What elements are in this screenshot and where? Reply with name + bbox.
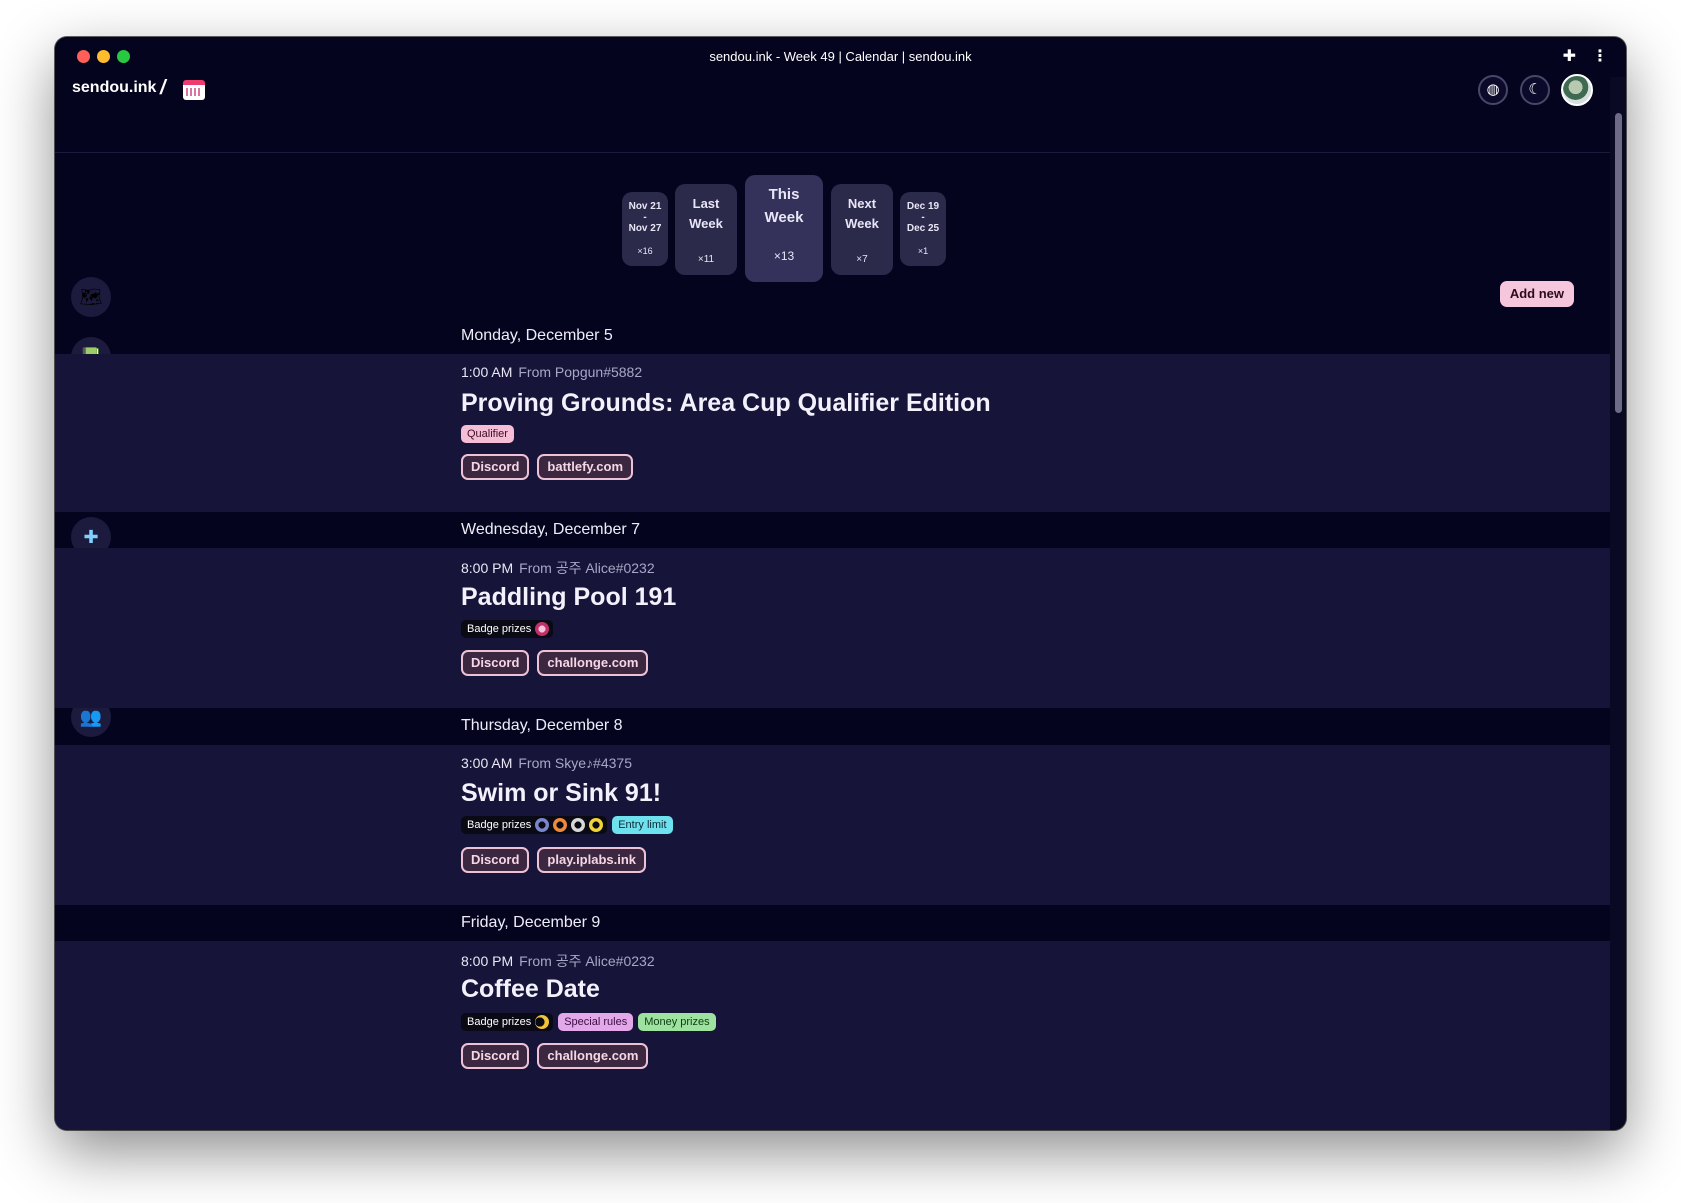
- map-icon: 🗺: [79, 287, 103, 307]
- event-time: 3:00 AM: [461, 755, 513, 771]
- event-card: [55, 354, 1610, 512]
- event-links: Discord battlefy.com: [461, 454, 634, 480]
- week-label: Dec 25: [906, 223, 940, 234]
- badge-icon: [535, 1015, 550, 1029]
- week-label: Week: [845, 216, 879, 231]
- week-event-count: ×16: [637, 246, 653, 256]
- event-title[interactable]: Coffee Date: [461, 975, 600, 1004]
- event-card: [55, 941, 1610, 1130]
- week-event-count: ×1: [917, 246, 929, 256]
- event-card: [55, 548, 1610, 708]
- title-bar: sendou.ink - Week 49 | Calendar | sendou…: [55, 37, 1626, 77]
- challonge-link[interactable]: challonge.com: [537, 1043, 649, 1069]
- week-label: Nov 27: [628, 223, 662, 234]
- globe-icon[interactable]: ◍: [1478, 75, 1508, 105]
- puzzle-icon[interactable]: ✚: [1563, 46, 1576, 66]
- qualifier-tag: Qualifier: [461, 425, 514, 443]
- event-card: [55, 745, 1610, 905]
- event-title[interactable]: Paddling Pool 191: [461, 583, 676, 612]
- week-event-count: ×11: [697, 254, 715, 265]
- event-links: Discord challonge.com: [461, 650, 649, 676]
- week-event-count: ×13: [773, 249, 795, 263]
- badge-icon: [553, 818, 568, 832]
- event-tags: Badge prizes Entry limit: [461, 815, 673, 835]
- event-links: Discord challonge.com: [461, 1043, 649, 1069]
- day-heading: Wednesday, December 7: [461, 521, 641, 538]
- week-label: This: [768, 186, 800, 203]
- event-time: 8:00 PM: [461, 953, 514, 969]
- breadcrumb-separator: /: [160, 77, 166, 99]
- event-meta: 1:00 AM From Popgun#5882: [461, 364, 642, 380]
- event-author[interactable]: From 공주 Alice#0232: [519, 560, 654, 576]
- moon-icon[interactable]: ☾: [1520, 75, 1550, 105]
- money-prizes-tag: Money prizes: [638, 1013, 716, 1031]
- battlefy-link[interactable]: battlefy.com: [537, 454, 634, 480]
- kebab-menu-icon[interactable]: ⋮: [1592, 46, 1608, 66]
- badge-prizes-tag: Badge prizes: [461, 816, 608, 834]
- discord-link[interactable]: Discord: [461, 650, 530, 676]
- event-title[interactable]: Proving Grounds: Area Cup Qualifier Edit…: [461, 389, 991, 418]
- calendar-icon[interactable]: [183, 80, 205, 100]
- week-label: Dec 19: [906, 201, 940, 212]
- special-rules-tag: Special rules: [558, 1013, 634, 1031]
- challonge-link[interactable]: challonge.com: [537, 650, 649, 676]
- week-nov21-nov27[interactable]: Nov 21 - Nov 27 ×16: [622, 192, 668, 266]
- iplabs-link[interactable]: play.iplabs.ink: [537, 847, 647, 873]
- event-meta: 8:00 PM From 공주 Alice#0232: [461, 951, 655, 971]
- avatar[interactable]: [1561, 74, 1593, 106]
- badge-prizes-label: Badge prizes: [467, 819, 532, 831]
- day-heading: Monday, December 5: [461, 327, 613, 344]
- badge-prizes-label: Badge prizes: [467, 623, 532, 635]
- badge-icon: [535, 622, 550, 636]
- event-author[interactable]: From 공주 Alice#0232: [519, 953, 654, 969]
- event-tags: Qualifier: [461, 424, 514, 444]
- week-dec19-dec25[interactable]: Dec 19 - Dec 25 ×1: [900, 192, 946, 266]
- event-author[interactable]: From Skye♪#4375: [518, 755, 632, 771]
- brand-link[interactable]: sendou.ink: [72, 79, 156, 97]
- week-label: Next: [847, 196, 877, 211]
- badge-prizes-tag: Badge prizes: [461, 620, 554, 638]
- event-time: 8:00 PM: [461, 560, 514, 576]
- week-event-count: ×7: [856, 254, 868, 265]
- week-this[interactable]: This Week ×13: [745, 175, 823, 282]
- event-meta: 8:00 PM From 공주 Alice#0232: [461, 558, 655, 578]
- badge-icon: [535, 818, 550, 832]
- badge-icon: [589, 818, 604, 832]
- week-next[interactable]: Next Week ×7: [831, 184, 893, 275]
- day-heading: Friday, December 9: [461, 914, 601, 931]
- add-new-button[interactable]: Add new: [1499, 281, 1574, 307]
- nav-maps[interactable]: 🗺: [71, 277, 111, 317]
- window-title: sendou.ink - Week 49 | Calendar | sendou…: [709, 49, 972, 64]
- event-author[interactable]: From Popgun#5882: [518, 364, 642, 380]
- event-tags: Badge prizes: [461, 619, 554, 639]
- scroll-thumb[interactable]: [1615, 113, 1622, 413]
- badge-prizes-tag: Badge prizes: [461, 1013, 554, 1031]
- week-label: Week: [764, 209, 804, 226]
- entry-limit-tag: Entry limit: [612, 816, 673, 834]
- event-time: 1:00 AM: [461, 364, 513, 380]
- badge-prizes-label: Badge prizes: [467, 1016, 532, 1028]
- week-dash: -: [643, 212, 647, 223]
- event-tags: Badge prizes Special rules Money prizes: [461, 1012, 716, 1032]
- week-label: Week: [689, 216, 723, 231]
- discord-link[interactable]: Discord: [461, 847, 530, 873]
- week-label: Nov 21: [628, 201, 662, 212]
- scrollbar[interactable]: [1610, 77, 1626, 1130]
- event-links: Discord play.iplabs.ink: [461, 847, 647, 873]
- badge-icon: [571, 818, 586, 832]
- event-title[interactable]: Swim or Sink 91!: [461, 779, 661, 808]
- event-meta: 3:00 AM From Skye♪#4375: [461, 755, 632, 771]
- week-dash: -: [921, 212, 925, 223]
- browser-window: sendou.ink - Week 49 | Calendar | sendou…: [55, 37, 1626, 1130]
- week-last[interactable]: Last Week ×11: [675, 184, 737, 275]
- week-label: Last: [692, 196, 720, 211]
- app-header: [55, 77, 1626, 153]
- day-heading: Thursday, December 8: [461, 717, 623, 734]
- discord-link[interactable]: Discord: [461, 1043, 530, 1069]
- discord-link[interactable]: Discord: [461, 454, 530, 480]
